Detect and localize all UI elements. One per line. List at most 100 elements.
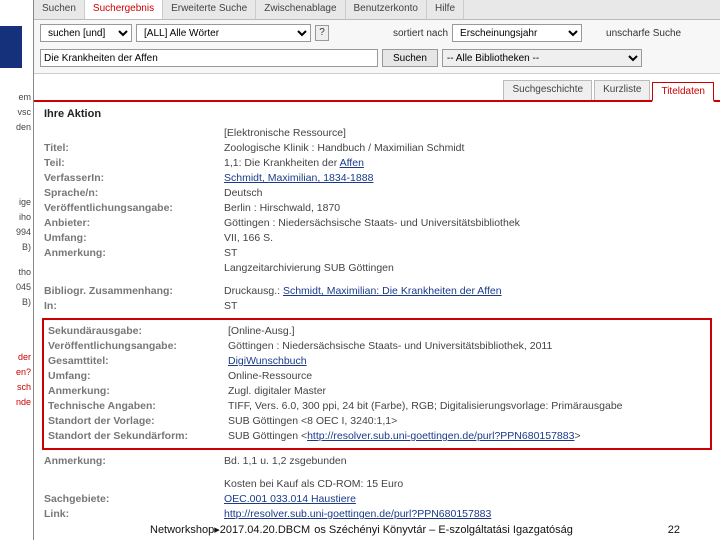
record-link[interactable]: OEC.001 033.014 Haustiere	[224, 493, 356, 505]
search-query-input[interactable]	[40, 49, 378, 67]
side-frag: B)	[0, 240, 33, 255]
search-field-select[interactable]: [ALL] Alle Wörter	[136, 24, 311, 42]
field-label: Sachgebiete:	[44, 492, 224, 507]
record-field: Anmerkung:Bd. 1,1 u. 1,2 zsgebunden	[44, 454, 710, 469]
field-value: http://resolver.sub.uni-goettingen.de/pu…	[224, 507, 710, 522]
tab-titeldaten[interactable]: Titeldaten	[652, 82, 714, 102]
tab-suchergebnis[interactable]: Suchergebnis	[85, 0, 163, 19]
tab-suchgeschichte[interactable]: Suchgeschichte	[503, 80, 592, 100]
field-value: [Online-Ausg.]	[228, 324, 706, 339]
fuzzy-label: unscharfe Suche	[606, 28, 681, 39]
field-label: Link:	[44, 507, 224, 522]
record-link[interactable]: http://resolver.sub.uni-goettingen.de/pu…	[224, 508, 491, 520]
field-value: Langzeitarchivierung SUB Göttingen	[224, 261, 710, 276]
record-detail: Ihre Aktion [Elektronische Ressource]Tit…	[34, 102, 720, 522]
record-link[interactable]: Schmidt, Maximilian: Die Krankheiten der…	[283, 285, 502, 297]
tab-erweiterte-suche[interactable]: Erweiterte Suche	[163, 0, 256, 19]
field-label: Teil:	[44, 156, 224, 171]
help-icon[interactable]: ?	[315, 25, 329, 41]
field-value: Kosten bei Kauf als CD-ROM: 15 Euro	[224, 477, 710, 492]
record-link[interactable]: Affen	[340, 157, 364, 169]
side-frag-red: en?	[0, 365, 33, 380]
field-label: Technische Angaben:	[48, 399, 228, 414]
left-sidebar: em vsc den ige iho 994 B) tho 045 B) der…	[0, 0, 34, 540]
main-area: Suchen Suchergebnis Erweiterte Suche Zwi…	[34, 0, 720, 540]
side-frag: tho	[0, 265, 33, 280]
field-value: Göttingen : Niedersächsische Staats- und…	[224, 216, 710, 231]
search-submit-button[interactable]: Suchen	[382, 49, 438, 67]
result-tabs: Suchgeschichte Kurzliste Titeldaten	[34, 74, 720, 102]
field-label: Titel:	[44, 141, 224, 156]
field-label	[44, 477, 224, 492]
side-frag: 994	[0, 225, 33, 240]
record-field: Teil:1,1: Die Krankheiten der Affen	[44, 156, 710, 171]
field-value: Schmidt, Maximilian, 1834-1888	[224, 171, 710, 186]
field-label: Standort der Sekundärform:	[48, 429, 228, 444]
section-heading: Ihre Aktion	[44, 108, 710, 120]
record-link[interactable]: Schmidt, Maximilian, 1834-1888	[224, 172, 373, 184]
field-value: Berlin : Hirschwald, 1870	[224, 201, 710, 216]
tab-kurzliste[interactable]: Kurzliste	[594, 80, 650, 100]
record-field: Titel:Zoologische Klinik : Handbuch / Ma…	[44, 141, 710, 156]
side-frag: ige	[0, 195, 33, 210]
field-label: Anmerkung:	[44, 454, 224, 469]
tab-benutzerkonto[interactable]: Benutzerkonto	[346, 0, 428, 19]
side-frag-red: nde	[0, 395, 33, 410]
field-value: ST	[224, 246, 710, 261]
field-label: Anbieter:	[44, 216, 224, 231]
search-mode-select[interactable]: suchen [und]	[40, 24, 132, 42]
record-field: Sekundärausgabe:[Online-Ausg.]	[48, 324, 706, 339]
record-field: In:ST	[44, 299, 710, 314]
record-field: Technische Angaben:TIFF, Vers. 6.0, 300 …	[48, 399, 706, 414]
field-label: Sprache/n:	[44, 186, 224, 201]
side-frag-red: sch	[0, 380, 33, 395]
record-field: [Elektronische Ressource]	[44, 126, 710, 141]
field-value: Online-Ressource	[228, 369, 706, 384]
field-value: 1,1: Die Krankheiten der Affen	[224, 156, 710, 171]
side-frag: em	[0, 90, 33, 105]
field-label	[44, 261, 224, 276]
logo-block	[0, 26, 22, 68]
side-frag: den	[0, 120, 33, 135]
field-label: Veröffentlichungsangabe:	[48, 339, 228, 354]
field-label: Standort der Vorlage:	[48, 414, 228, 429]
record-field: Veröffentlichungsangabe:Göttingen : Nied…	[48, 339, 706, 354]
field-value: Göttingen : Niedersächsische Staats- und…	[228, 339, 706, 354]
field-value: Deutsch	[224, 186, 710, 201]
record-field: Anmerkung:Zugl. digitaler Master	[48, 384, 706, 399]
library-select[interactable]: -- Alle Bibliotheken --	[442, 49, 642, 67]
record-field: Standort der Sekundärform:SUB Göttingen …	[48, 429, 706, 444]
record-field: Bibliogr. Zusammenhang:Druckausg.: Schmi…	[44, 284, 710, 299]
field-label: Gesamttitel:	[48, 354, 228, 369]
record-link[interactable]: DigiWunschbuch	[228, 355, 307, 367]
record-field: Langzeitarchivierung SUB Göttingen	[44, 261, 710, 276]
sort-select[interactable]: Erscheinungsjahr	[452, 24, 582, 42]
field-label: Anmerkung:	[48, 384, 228, 399]
field-value: ST	[224, 299, 710, 314]
field-label: In:	[44, 299, 224, 314]
record-field: Sprache/n:Deutsch	[44, 186, 710, 201]
field-label: Umfang:	[44, 231, 224, 246]
field-value: Zoologische Klinik : Handbuch / Maximili…	[224, 141, 710, 156]
tab-hilfe[interactable]: Hilfe	[427, 0, 464, 19]
field-label: VerfasserIn:	[44, 171, 224, 186]
search-row-1: suchen [und] [ALL] Alle Wörter ? sortier…	[34, 20, 720, 46]
field-value: Druckausg.: Schmidt, Maximilian: Die Kra…	[224, 284, 710, 299]
field-value: [Elektronische Ressource]	[224, 126, 710, 141]
top-nav: Suchen Suchergebnis Erweiterte Suche Zwi…	[34, 0, 720, 20]
field-value: SUB Göttingen <http://resolver.sub.uni-g…	[228, 429, 706, 444]
field-label: Veröffentlichungsangabe:	[44, 201, 224, 216]
field-label: Bibliogr. Zusammenhang:	[44, 284, 224, 299]
field-label: Umfang:	[48, 369, 228, 384]
highlighted-section: Sekundärausgabe:[Online-Ausg.]Veröffentl…	[42, 318, 712, 450]
record-field: Link:http://resolver.sub.uni-goettingen.…	[44, 507, 710, 522]
field-value: Zugl. digitaler Master	[228, 384, 706, 399]
record-field: Umfang:Online-Ressource	[48, 369, 706, 384]
field-label: Sekundärausgabe:	[48, 324, 228, 339]
tab-zwischenablage[interactable]: Zwischenablage	[256, 0, 345, 19]
record-field: Gesamttitel:DigiWunschbuch	[48, 354, 706, 369]
record-field: Anbieter:Göttingen : Niedersächsische St…	[44, 216, 710, 231]
record-link[interactable]: http://resolver.sub.uni-goettingen.de/pu…	[307, 430, 574, 442]
record-field: Sachgebiete:OEC.001 033.014 Haustiere	[44, 492, 710, 507]
tab-suchen[interactable]: Suchen	[34, 0, 85, 19]
